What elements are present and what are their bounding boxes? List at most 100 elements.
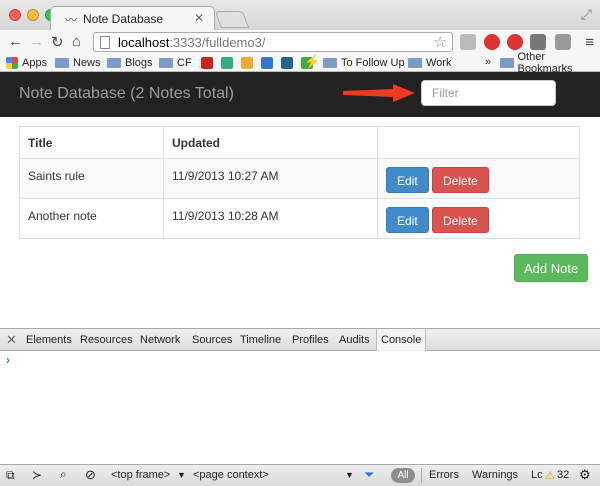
filter-warnings[interactable]: Warnings (472, 469, 518, 481)
edit-button[interactable]: Edit (386, 207, 429, 233)
context-dropdown-icon[interactable]: ▼ (345, 470, 354, 480)
home-icon[interactable]: ⌂ (72, 33, 81, 50)
devtools-tab-sources[interactable]: Sources (192, 334, 232, 346)
table-row: Saints rule 11/9/2013 10:27 AM Edit Dele… (20, 159, 580, 199)
folder-icon (107, 58, 121, 68)
fullscreen-icon[interactable]: ⤢ (581, 6, 592, 23)
bookmark-favicon[interactable] (201, 57, 213, 69)
delete-button[interactable]: Delete (432, 167, 489, 193)
folder-icon (323, 58, 337, 68)
warning-icon: ⚠ (545, 469, 555, 482)
bookmark-label: To Follow Up (341, 57, 405, 69)
app-navbar: Note Database (2 Notes Total) (0, 72, 600, 117)
bookmark-apps[interactable]: Apps (6, 56, 47, 70)
folder-icon (159, 58, 173, 68)
filter-errors[interactable]: Errors (429, 469, 459, 481)
devtools-tab-timeline[interactable]: Timeline (240, 334, 281, 346)
note-updated: 11/9/2013 10:27 AM (164, 159, 378, 199)
devtools-close-icon[interactable]: ✕ (6, 332, 17, 348)
edit-button[interactable]: Edit (386, 167, 429, 193)
frame-select[interactable]: <top frame> (111, 469, 170, 481)
search-icon[interactable]: ⌕ (60, 467, 67, 482)
back-icon[interactable]: ← (8, 33, 23, 50)
bookmark-star-icon[interactable]: ☆ (434, 33, 447, 51)
red-arrow-annotation (343, 84, 415, 102)
close-window-button[interactable] (9, 9, 21, 21)
table-row: Another note 11/9/2013 10:28 AM Edit Del… (20, 199, 580, 239)
bookmark-cf[interactable]: CF (159, 56, 192, 70)
add-note-button[interactable]: Add Note (514, 254, 588, 282)
devtools-tab-profiles[interactable]: Profiles (292, 334, 329, 346)
devtools-tab-audits[interactable]: Audits (339, 334, 370, 346)
column-header-title: Title (20, 127, 164, 159)
notes-table: Title Updated Saints rule 11/9/2013 10:2… (19, 126, 580, 239)
database-extension-icon[interactable] (555, 34, 571, 50)
drawer-icon[interactable]: ≻ (32, 468, 42, 482)
title-bar: 〰 Note Database ✕ ⤢ (0, 0, 600, 30)
tab-title: Note Database (83, 12, 163, 26)
mustache-icon: 〰 (65, 11, 77, 28)
row-actions: Edit Delete (378, 159, 580, 199)
warning-count[interactable]: 32 (557, 469, 569, 481)
new-tab-button[interactable] (215, 11, 249, 28)
devtools-panel: ✕ Elements Resources Network Sources Tim… (0, 328, 600, 485)
note-title: Another note (20, 199, 164, 239)
address-bar[interactable]: localhost:3333/fulldemo3/ ☆ (93, 32, 453, 52)
bookmark-blogs[interactable]: Blogs (107, 56, 153, 70)
bookmarks-bar: Apps News Blogs CF ⚡ To Follow Up Work »… (0, 54, 600, 72)
bookmark-other[interactable]: Other Bookmarks (500, 56, 600, 70)
apps-icon (6, 57, 18, 69)
folder-icon (500, 58, 514, 68)
column-header-actions (378, 127, 580, 159)
filter-icon[interactable]: ⏷ (364, 467, 374, 483)
menu-icon[interactable]: ≡ (585, 34, 594, 51)
tab-close-icon[interactable]: ✕ (194, 11, 204, 25)
bookmark-label: Blogs (125, 57, 153, 69)
forward-icon[interactable]: → (29, 33, 44, 50)
clear-console-icon[interactable]: ⊘ (85, 467, 96, 483)
red-extension-icon[interactable] (484, 34, 500, 50)
devtools-tabbar: ✕ Elements Resources Network Sources Tim… (0, 329, 600, 351)
photo-extension-icon[interactable] (530, 34, 546, 50)
note-updated: 11/9/2013 10:28 AM (164, 199, 378, 239)
row-actions: Edit Delete (378, 199, 580, 239)
url-path: :3333/fulldemo3/ (169, 35, 265, 50)
separator (421, 468, 422, 483)
settings-gear-icon[interactable]: ⚙ (579, 467, 591, 483)
bookmark-favicon[interactable] (261, 57, 273, 69)
filter-lc[interactable]: Lc (531, 469, 543, 481)
delete-button[interactable]: Delete (432, 207, 489, 233)
frame-dropdown-icon[interactable]: ▼ (177, 470, 186, 480)
context-select[interactable]: <page context> (193, 469, 269, 481)
devtools-statusbar: ⧉ ≻ ⌕ ⊘ <top frame> ▼ <page context> ▼ ⏷… (0, 464, 600, 486)
minimize-window-button[interactable] (27, 9, 39, 21)
lightning-icon[interactable]: ⚡ (304, 54, 320, 70)
bookmark-favicon[interactable] (281, 57, 293, 69)
bookmark-work[interactable]: Work (408, 56, 451, 70)
folder-icon (408, 58, 422, 68)
linkedin-extension-icon[interactable] (460, 34, 476, 50)
browser-tab[interactable]: 〰 Note Database ✕ (50, 6, 215, 30)
bookmark-to-follow-up[interactable]: To Follow Up (323, 56, 405, 70)
drive-icon[interactable] (221, 57, 233, 69)
filter-all-button[interactable]: All (391, 468, 415, 483)
opera-extension-icon[interactable] (507, 34, 523, 50)
dock-icon[interactable]: ⧉ (6, 468, 15, 483)
devtools-tab-network[interactable]: Network (140, 334, 180, 346)
devtools-tab-elements[interactable]: Elements (26, 334, 72, 346)
reload-icon[interactable]: ↻ (51, 33, 64, 51)
bookmark-label: Apps (22, 57, 47, 69)
filter-input[interactable] (421, 80, 556, 106)
bookmark-news[interactable]: News (55, 56, 101, 70)
devtools-tab-console[interactable]: Console (376, 329, 426, 351)
bookmark-favicon[interactable] (241, 57, 253, 69)
bookmark-label: News (73, 57, 101, 69)
app-title[interactable]: Note Database (2 Notes Total) (19, 85, 234, 103)
devtools-tab-resources[interactable]: Resources (80, 334, 133, 346)
console-prompt[interactable]: › (6, 353, 10, 367)
page-icon (100, 36, 110, 49)
note-title: Saints rule (20, 159, 164, 199)
bookmarks-overflow[interactable]: » (485, 56, 491, 68)
bookmark-label: CF (177, 57, 192, 69)
column-header-updated: Updated (164, 127, 378, 159)
